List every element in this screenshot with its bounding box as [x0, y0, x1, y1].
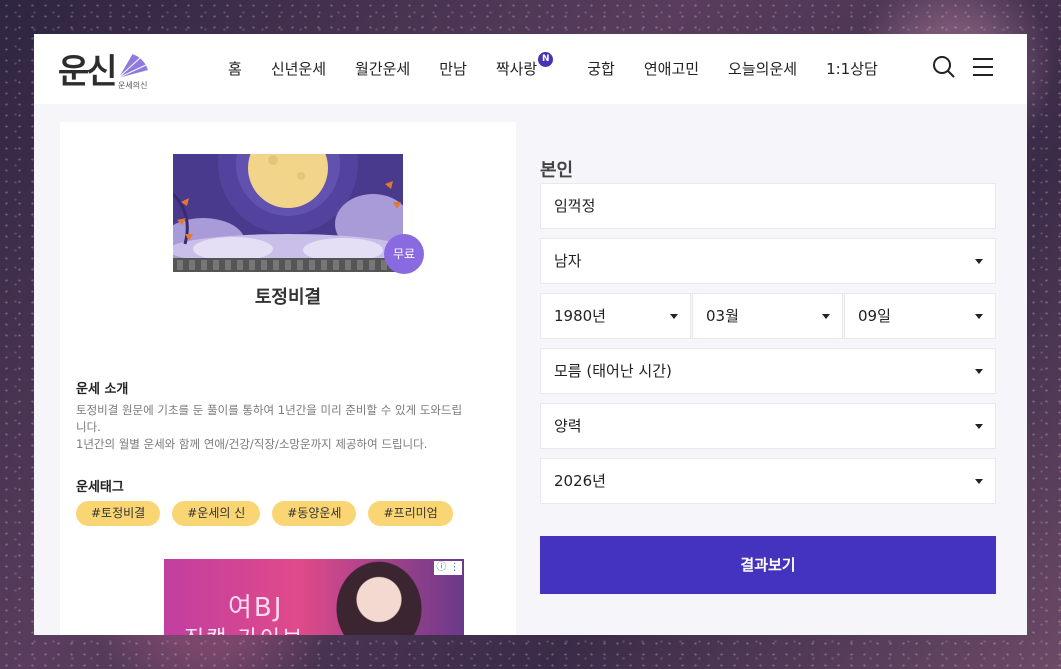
nav-item-crush-label: 짝사랑 — [495, 60, 538, 78]
birth-time-value: 모름 (태어난 시간) — [554, 362, 672, 380]
caret-down-icon — [975, 479, 983, 484]
logo-text: 운신 — [58, 52, 118, 92]
name-input[interactable]: 임꺽정 — [540, 183, 996, 229]
caret-down-icon — [822, 314, 830, 319]
ad-person-image — [334, 559, 424, 635]
card-title: 토정비결 — [254, 287, 322, 308]
nav-item-new-year[interactable]: 신년운세 — [271, 58, 326, 79]
free-badge: 무료 — [384, 234, 424, 274]
ad-headline: 여BJ — [228, 593, 284, 623]
ad-subline: 직캠 가이브 — [184, 621, 304, 635]
intro-line: 토정비결 원문에 기초를 둔 풀이를 통하여 1년간을 미리 준비할 수 있게 … — [76, 403, 463, 417]
gender-value: 남자 — [554, 252, 582, 270]
nav-item-compatibility[interactable]: 궁합 — [587, 58, 615, 79]
search-icon[interactable] — [932, 55, 956, 79]
nav-item-meeting[interactable]: 만남 — [439, 58, 467, 79]
birth-day-value: 09일 — [858, 307, 891, 325]
intro-title: 운세 소개 — [76, 382, 129, 397]
birth-year-select[interactable]: 1980년 — [540, 293, 691, 339]
form-label-self: 본인 — [540, 160, 574, 181]
intro-description: 토정비결 원문에 기초를 둔 풀이를 통하여 1년간을 미리 준비할 수 있게 … — [76, 402, 496, 453]
nav-item-love-advice[interactable]: 연애고민 — [644, 58, 699, 79]
nav-item-consult[interactable]: 1:1상담 — [826, 58, 878, 79]
calendar-type-select[interactable]: 양력 — [540, 403, 996, 449]
intro-line: 1년간의 월별 운세와 함께 연애/건강/직장/소망운까지 제공하여 드립니다. — [76, 437, 428, 451]
caret-down-icon — [975, 369, 983, 374]
nav-item-monthly[interactable]: 월간운세 — [355, 58, 410, 79]
caret-down-icon — [670, 314, 678, 319]
birth-month-value: 03월 — [706, 307, 739, 325]
fortune-card: 무료 토정비결 운세 소개 토정비결 원문에 기초를 둔 풀이를 통하여 1년간… — [60, 122, 516, 635]
ad-info-icon[interactable]: ⓘ ⋮ — [434, 561, 462, 575]
menu-icon[interactable] — [972, 55, 994, 79]
calendar-type-value: 양력 — [554, 417, 582, 435]
intro-line: 니다. — [76, 420, 101, 434]
birth-day-select[interactable]: 09일 — [844, 293, 996, 339]
new-badge: N — [538, 52, 554, 67]
tags-title: 운세태그 — [76, 480, 124, 495]
logo[interactable]: 운신 운세의신 — [58, 44, 158, 96]
birth-time-select[interactable]: 모름 (태어난 시간) — [540, 348, 996, 394]
tag-list: #토정비결 #운세의 신 #동양운세 #프리미엄 — [76, 501, 465, 526]
nav-item-home[interactable]: 홈 — [228, 58, 242, 79]
fan-icon — [117, 53, 148, 79]
page: 운신 운세의신 홈 신년운세 월간운세 만남 짝사랑 N 궁합 연애고민 오늘의… — [34, 34, 1027, 635]
header: 운신 운세의신 홈 신년운세 월간운세 만남 짝사랑 N 궁합 연애고민 오늘의… — [34, 34, 1027, 104]
caret-down-icon — [975, 314, 983, 319]
target-year-value: 2026년 — [554, 472, 606, 490]
tag[interactable]: #동양운세 — [272, 501, 357, 526]
main-nav: 홈 신년운세 월간운세 만남 짝사랑 N 궁합 연애고민 오늘의운세 1:1상담 — [228, 52, 907, 79]
name-value: 임꺽정 — [554, 197, 596, 215]
birth-month-select[interactable]: 03월 — [692, 293, 843, 339]
tag[interactable]: #토정비결 — [76, 501, 161, 526]
view-result-button[interactable]: 결과보기 — [540, 536, 996, 594]
target-year-select[interactable]: 2026년 — [540, 458, 996, 504]
caret-down-icon — [975, 259, 983, 264]
nav-item-today[interactable]: 오늘의운세 — [728, 58, 797, 79]
tag[interactable]: #운세의 신 — [172, 501, 261, 526]
ad-banner[interactable]: 여BJ 직캠 가이브 ⓘ ⋮ — [164, 559, 464, 635]
banner-image — [173, 154, 403, 272]
logo-subtext: 운세의신 — [118, 81, 148, 90]
caret-down-icon — [975, 424, 983, 429]
tag[interactable]: #프리미엄 — [368, 501, 453, 526]
birth-year-value: 1980년 — [554, 307, 606, 325]
nav-item-crush[interactable]: 짝사랑 N — [495, 52, 554, 79]
gender-select[interactable]: 남자 — [540, 238, 996, 284]
